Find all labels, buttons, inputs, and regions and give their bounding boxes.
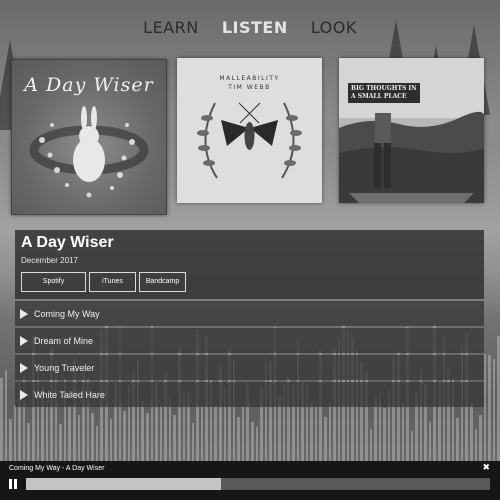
visualizer-bar xyxy=(410,431,414,462)
album-title: A Day Wiser xyxy=(21,234,114,251)
visualizer-bar xyxy=(123,411,126,462)
track-item[interactable]: Coming My Way xyxy=(15,301,484,326)
visualizer-bar xyxy=(45,401,49,462)
visualizer-bar xyxy=(159,406,163,462)
visualizer-bar xyxy=(59,424,62,462)
itunes-button[interactable]: iTunes xyxy=(89,272,136,292)
play-icon xyxy=(20,335,28,346)
visualizer-bar xyxy=(469,403,473,462)
landscape-photo xyxy=(339,58,484,203)
bandcamp-button[interactable]: Bandcamp xyxy=(139,272,186,292)
nav-look[interactable]: LOOK xyxy=(311,18,357,37)
visualizer-bar xyxy=(214,406,217,462)
audio-player: Coming My Way - A Day Wiser ✖ xyxy=(0,461,500,500)
visualizer-bar xyxy=(497,336,500,462)
visualizer-bar xyxy=(4,370,8,462)
nav-learn[interactable]: LEARN xyxy=(143,18,199,37)
track-name: Young Traveler xyxy=(34,362,95,373)
visualizer-bar xyxy=(488,355,491,462)
album-cover-a-day-wiser[interactable]: A Day Wiser xyxy=(11,59,167,215)
visualizer-bar xyxy=(369,429,373,462)
visualizer-bar xyxy=(95,426,99,462)
visualizer-bar xyxy=(146,413,149,462)
visualizer-bar xyxy=(68,406,71,462)
visualizer-bar xyxy=(323,417,327,462)
visualizer-bar xyxy=(401,403,405,462)
main-nav: LEARN LISTEN LOOK xyxy=(0,18,500,37)
visualizer-bar xyxy=(91,413,94,462)
release-date: December 2017 xyxy=(21,256,78,265)
track-name: Dream of Mine xyxy=(34,335,94,346)
play-icon xyxy=(20,308,28,319)
visualizer-bar xyxy=(191,423,195,462)
visualizer-bar xyxy=(173,415,176,462)
now-playing-title: Coming My Way - A Day Wiser xyxy=(9,465,105,472)
visualizer-bar xyxy=(200,406,204,462)
visualizer-bar xyxy=(383,408,386,462)
pause-icon[interactable] xyxy=(9,479,17,489)
visualizer-bar xyxy=(27,423,30,462)
visualizer-bar xyxy=(255,427,259,462)
track-item[interactable]: Young Traveler xyxy=(15,355,484,380)
visualizer-bar xyxy=(310,403,313,462)
visualizer-bar xyxy=(241,407,245,462)
visualizer-bar xyxy=(9,419,12,462)
track-item[interactable]: Dream of Mine xyxy=(15,328,484,353)
visualizer-bar xyxy=(328,402,332,462)
visualizer-bar xyxy=(483,354,487,462)
progress-bar[interactable] xyxy=(26,478,490,490)
album-details: A Day Wiser December 2017 Spotify iTunes… xyxy=(15,230,484,407)
visualizer-bar xyxy=(109,419,113,462)
visualizer-bar xyxy=(141,401,144,462)
album-cover-big-thoughts[interactable]: BIG THOUGHTS IN A SMALL PLACE xyxy=(339,58,484,203)
visualizer-bar xyxy=(237,417,240,462)
play-icon xyxy=(20,362,28,373)
album-carousel: A Day Wiser MALLEABILITY TIM WEBB BIG TH… xyxy=(0,58,500,218)
track-name: White Tailed Hare xyxy=(34,389,105,400)
track-item[interactable]: White Tailed Hare xyxy=(15,382,484,407)
close-icon[interactable]: ✖ xyxy=(482,463,490,473)
play-icon xyxy=(20,389,28,400)
visualizer-bar xyxy=(314,406,318,462)
visualizer-bar xyxy=(492,359,496,462)
album-cover-title: MALLEABILITY TIM WEBB xyxy=(219,75,280,91)
spotify-button[interactable]: Spotify xyxy=(21,272,86,292)
visualizer-bar xyxy=(456,418,459,462)
nav-listen[interactable]: LISTEN xyxy=(222,18,288,37)
album-header: A Day Wiser December 2017 Spotify iTunes… xyxy=(15,230,484,299)
progress-fill xyxy=(26,478,221,490)
visualizer-bar xyxy=(428,422,432,462)
visualizer-bar xyxy=(13,405,17,462)
album-cover-malleability[interactable]: MALLEABILITY TIM WEBB xyxy=(177,58,322,203)
visualizer-bar xyxy=(474,429,478,462)
visualizer-bar xyxy=(77,415,81,462)
visualizer-bar xyxy=(479,415,482,462)
streaming-links: Spotify iTunes Bandcamp xyxy=(21,272,478,292)
album-cover-title: A Day Wiser xyxy=(24,74,154,96)
album-cover-title: BIG THOUGHTS IN A SMALL PLACE xyxy=(348,83,420,103)
visualizer-bar xyxy=(0,378,3,462)
visualizer-bar xyxy=(250,422,254,462)
track-name: Coming My Way xyxy=(34,308,100,319)
